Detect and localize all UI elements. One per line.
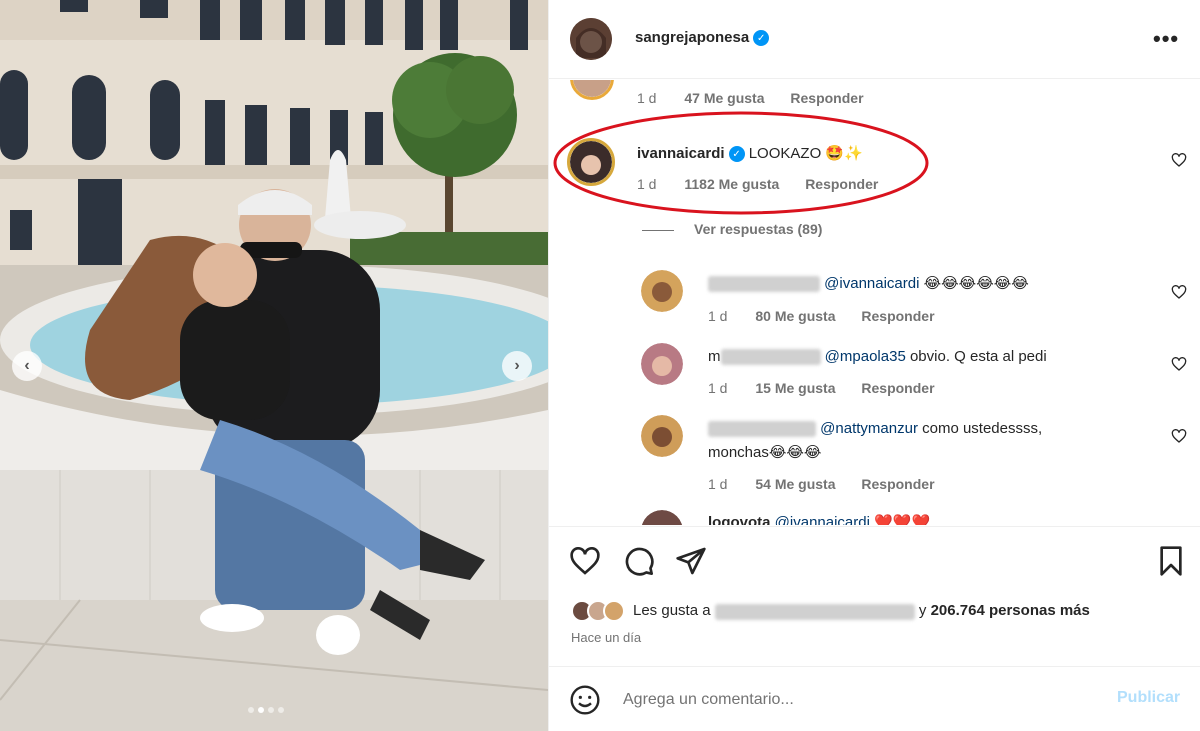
carousel-dot-active <box>258 707 264 713</box>
author-avatar-image <box>570 18 612 60</box>
verified-icon: ✓ <box>753 30 770 47</box>
carousel-dots <box>248 707 284 713</box>
reply-button[interactable]: Responder <box>790 90 863 106</box>
heart-icon[interactable] <box>569 545 601 577</box>
reply-emoji: ❤️❤️❤️ <box>874 514 931 525</box>
comment-composer: Publicar <box>549 666 1200 731</box>
comment-icon[interactable] <box>623 545 655 577</box>
carousel-dot <box>248 707 254 713</box>
comments-list[interactable]: 1 d 47 Me gusta Responder ivannaicardi ✓ … <box>549 80 1200 525</box>
reply-body: como ustedessss, <box>922 420 1043 437</box>
view-replies-button[interactable]: Ver respuestas (89) <box>642 221 822 237</box>
reply-button[interactable]: Responder <box>861 308 934 324</box>
post-actions: Les gusta a y 206.764 personas más Hace … <box>549 526 1200 666</box>
reply-mention[interactable]: @nattymanzur <box>820 420 918 437</box>
comment-input[interactable] <box>623 687 1103 713</box>
author-avatar[interactable] <box>570 18 612 60</box>
comment-meta: 1 d 47 Me gusta Responder <box>637 90 864 106</box>
carousel-dot <box>278 707 284 713</box>
carousel-prev-button[interactable]: ‹ <box>12 351 42 381</box>
reply-like-heart-icon[interactable] <box>1171 284 1187 300</box>
reply-avatar-image <box>641 415 683 457</box>
comment-meta: 1 d 1182 Me gusta Responder <box>637 176 878 192</box>
reply-like-heart-icon[interactable] <box>1171 428 1187 444</box>
carousel-next-button[interactable]: › <box>502 351 532 381</box>
reply-meta: 1 d 54 Me gusta Responder <box>708 476 935 492</box>
bookmark-icon[interactable] <box>1155 545 1187 577</box>
comment-likes[interactable]: 1182 Me gusta <box>684 176 779 192</box>
likes-count[interactable]: 206.764 personas más <box>931 602 1090 619</box>
reply-likes[interactable]: 15 Me gusta <box>755 380 835 396</box>
reply-meta: 1 d 80 Me gusta Responder <box>708 308 935 324</box>
reply-username[interactable]: logovota <box>708 514 771 525</box>
reply-text: m @mpaola35 obvio. Q esta al pedi <box>708 348 1047 366</box>
comment-emoji: 🤩✨ <box>825 145 863 162</box>
redacted-username <box>720 349 821 366</box>
redacted-username <box>708 276 820 293</box>
likes-connector: y <box>918 602 927 620</box>
replies-divider <box>642 229 674 231</box>
author-username-text[interactable]: sangrejaponesa <box>635 29 749 46</box>
reply-time: 1 d <box>708 476 728 492</box>
reply-avatar-image <box>641 270 683 312</box>
commenter-username[interactable]: ivannaicardi <box>637 145 725 162</box>
reply-mention[interactable]: @mpaola35 <box>825 348 906 365</box>
comment-body: LOOKAZO <box>748 145 822 162</box>
reply-user-prefix: m <box>708 348 721 365</box>
reply-likes[interactable]: 80 Me gusta <box>755 308 835 324</box>
reply-avatar[interactable] <box>641 343 683 385</box>
view-replies-label[interactable]: Ver respuestas (89) <box>694 221 822 237</box>
reply-button[interactable]: Responder <box>861 476 934 492</box>
reply-likes[interactable]: 54 Me gusta <box>755 476 835 492</box>
liker-avatar <box>603 600 625 622</box>
reply-text: @nattymanzur como ustedessss, <box>708 420 1043 438</box>
share-icon[interactable] <box>675 545 707 577</box>
reply-time: 1 d <box>708 380 728 396</box>
reply-body: obvio. Q esta al pedi <box>909 348 1047 365</box>
photo-illustration <box>0 0 548 731</box>
publish-button[interactable]: Publicar <box>1117 689 1180 707</box>
reply-avatar[interactable] <box>641 270 683 312</box>
reply-body-line2: monchas <box>708 444 769 461</box>
reply-avatar[interactable] <box>641 510 683 525</box>
comment-time: 1 d <box>637 90 657 106</box>
comment-like-heart-icon[interactable] <box>1171 152 1187 168</box>
reply-avatar-image <box>641 510 683 525</box>
post-side-panel: sangrejaponesa ✓ ••• 1 d 47 Me gusta Resp… <box>548 0 1200 731</box>
post-photo[interactable]: ‹ › <box>0 0 548 731</box>
redacted-username <box>708 421 816 438</box>
carousel-dot <box>268 707 274 713</box>
reply-mention[interactable]: @ivannaicardi <box>824 275 919 292</box>
reply-text: logovota @ivannaicardi ❤️❤️❤️ <box>708 513 930 525</box>
likes-summary[interactable]: Les gusta a y 206.764 personas más <box>571 600 1090 622</box>
commenter-avatar[interactable] <box>570 80 614 100</box>
commenter-avatar-image <box>573 80 611 97</box>
reply-button[interactable]: Responder <box>861 380 934 396</box>
reply-meta: 1 d 15 Me gusta Responder <box>708 380 935 396</box>
author-username[interactable]: sangrejaponesa ✓ <box>635 29 770 47</box>
more-icon[interactable]: ••• <box>1153 26 1179 52</box>
reply-mention[interactable]: @ivannaicardi <box>775 514 870 525</box>
post-time[interactable]: Hace un día <box>571 630 641 645</box>
reply-avatar[interactable] <box>641 415 683 457</box>
reply-like-heart-icon[interactable] <box>1171 356 1187 372</box>
likes-text: Les gusta a y 206.764 personas más <box>633 602 1090 620</box>
redacted-liker <box>714 603 915 620</box>
reply-avatar-image <box>641 343 683 385</box>
reply-emoji: 😂😂😂 <box>768 444 822 461</box>
highlighted-comment-text: ivannaicardi ✓ LOOKAZO 🤩✨ <box>637 144 863 163</box>
likes-prefix: Les gusta a <box>633 602 711 620</box>
reply-time: 1 d <box>708 308 728 324</box>
reply-emoji: 😂😂😂😂😂😂 <box>923 275 1029 292</box>
reply-text: @ivannaicardi 😂😂😂😂😂😂 <box>708 274 1029 293</box>
reply-text-line2: monchas😂😂😂 <box>708 443 821 461</box>
post-header: sangrejaponesa ✓ ••• <box>549 0 1200 79</box>
comment-time: 1 d <box>637 176 657 192</box>
commenter-avatar-image <box>570 141 612 183</box>
emoji-icon[interactable] <box>569 684 601 716</box>
commenter-avatar-ivannaicardi[interactable] <box>567 138 615 186</box>
reply-button[interactable]: Responder <box>805 176 878 192</box>
verified-icon: ✓ <box>728 146 745 163</box>
comment-likes[interactable]: 47 Me gusta <box>684 90 764 106</box>
